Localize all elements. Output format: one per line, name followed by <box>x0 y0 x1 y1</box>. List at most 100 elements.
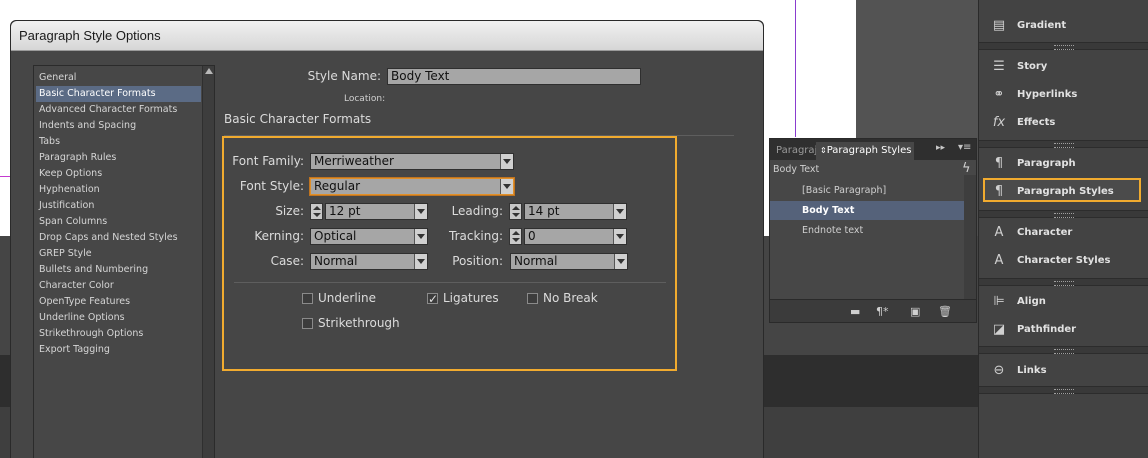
chevron-down-icon[interactable] <box>414 204 427 219</box>
category-span-columns[interactable]: Span Columns <box>36 214 201 230</box>
dock-separator[interactable] <box>979 42 1148 50</box>
size-dropdown[interactable]: 12 pt <box>325 203 428 220</box>
dock-separator[interactable] <box>979 278 1148 286</box>
case-label: Case: <box>270 254 304 268</box>
size-stepper-icon[interactable] <box>310 203 323 220</box>
links-icon: ⊖ <box>993 363 1005 378</box>
category-justification[interactable]: Justification <box>36 198 201 214</box>
paragraph-icon: ¶ <box>994 156 1004 171</box>
category-basic-character-formats[interactable]: Basic Character Formats <box>36 86 201 102</box>
dock-pathfinder[interactable]: ◪ Pathfinder <box>985 318 1143 342</box>
category-export-tagging[interactable]: Export Tagging <box>36 342 201 358</box>
category-underline-options[interactable]: Underline Options <box>36 310 201 326</box>
tab-paragraph-styles-label: Paragraph Styles <box>826 145 912 156</box>
ligatures-label: Ligatures <box>443 291 499 305</box>
leading-dropdown[interactable]: 14 pt <box>524 203 627 220</box>
font-style-dropdown[interactable]: Regular <box>310 178 514 195</box>
panel-scrollbar[interactable] <box>964 175 976 299</box>
category-general[interactable]: General <box>36 70 201 86</box>
hyperlinks-icon: ⚭ <box>993 87 1005 102</box>
collapse-icon[interactable]: ▸▸ <box>936 143 945 153</box>
margin-guide <box>795 0 796 137</box>
folder-icon[interactable]: ▬ <box>850 305 860 318</box>
dock-separator[interactable] <box>979 386 1148 394</box>
chevron-down-icon[interactable] <box>500 179 513 194</box>
dock-effects[interactable]: fx Effects <box>985 111 1143 135</box>
position-dropdown[interactable]: Normal <box>510 253 628 270</box>
position-label: Position: <box>452 254 503 268</box>
dock-separator[interactable] <box>979 140 1148 148</box>
font-family-label: Font Family: <box>232 154 304 168</box>
category-drop-caps[interactable]: Drop Caps and Nested Styles <box>36 230 201 246</box>
tracking-dropdown[interactable]: 0 <box>524 228 627 245</box>
no-break-checkbox[interactable] <box>527 293 538 304</box>
underline-label: Underline <box>318 291 376 305</box>
section-heading: Basic Character Formats <box>224 112 372 126</box>
lightning-icon[interactable]: ϟ <box>962 161 971 176</box>
font-style-value: Regular <box>314 179 361 193</box>
chevron-down-icon[interactable] <box>500 154 513 169</box>
category-indents-and-spacing[interactable]: Indents and Spacing <box>36 118 201 134</box>
case-dropdown[interactable]: Normal <box>310 253 428 270</box>
dock-character-label: Character <box>1017 227 1073 238</box>
tab-paragraph-styles[interactable]: ⇕Paragraph Styles <box>816 142 914 160</box>
style-name-label: Style Name: <box>307 69 381 83</box>
dock-links[interactable]: ⊖ Links <box>985 359 1143 383</box>
dock-character-styles[interactable]: A Character Styles <box>985 249 1143 273</box>
category-list: General Basic Character Formats Advanced… <box>33 65 215 458</box>
dock-align[interactable]: ⊫ Align <box>985 290 1143 314</box>
category-character-color[interactable]: Character Color <box>36 278 201 294</box>
ligatures-checkbox[interactable]: ✓ <box>427 293 438 305</box>
kerning-dropdown[interactable]: Optical <box>310 228 428 245</box>
dock-gradient[interactable]: ▤ Gradient <box>985 14 1143 38</box>
category-scrollbar[interactable] <box>202 66 214 458</box>
scroll-up-icon[interactable] <box>205 68 213 74</box>
font-family-dropdown[interactable]: Merriweather <box>310 153 514 170</box>
kerning-value: Optical <box>314 229 357 243</box>
options-divider <box>234 282 666 283</box>
chevron-down-icon[interactable] <box>414 229 427 244</box>
dock-gradient-label: Gradient <box>1017 20 1067 31</box>
tab-paragraph[interactable]: Paragraj <box>776 142 817 160</box>
clear-overrides-icon[interactable]: ¶* <box>876 305 889 318</box>
story-icon: ☰ <box>993 59 1005 74</box>
dock-separator[interactable] <box>979 346 1148 354</box>
dock-paragraph[interactable]: ¶ Paragraph <box>985 152 1143 176</box>
category-grep-style[interactable]: GREP Style <box>36 246 201 262</box>
leading-stepper-icon[interactable] <box>509 203 522 220</box>
chevron-down-icon[interactable] <box>613 229 626 244</box>
size-label: Size: <box>275 204 304 218</box>
dock-story[interactable]: ☰ Story <box>985 55 1143 79</box>
dock-character[interactable]: A Character <box>985 221 1143 245</box>
dock-effects-label: Effects <box>1017 117 1056 128</box>
category-keep-options[interactable]: Keep Options <box>36 166 201 182</box>
category-paragraph-rules[interactable]: Paragraph Rules <box>36 150 201 166</box>
category-opentype-features[interactable]: OpenType Features <box>36 294 201 310</box>
panel-menu-icon[interactable]: ▾≡ <box>958 142 971 153</box>
style-body-text[interactable]: Body Text <box>770 201 964 220</box>
leading-value: 14 pt <box>528 204 560 218</box>
dock-paragraph-styles[interactable]: ¶ Paragraph Styles <box>983 178 1141 202</box>
underline-checkbox[interactable] <box>302 293 313 304</box>
category-tabs[interactable]: Tabs <box>36 134 201 150</box>
dock-hyperlinks[interactable]: ⚭ Hyperlinks <box>985 83 1143 107</box>
tracking-stepper-icon[interactable] <box>509 228 522 245</box>
strikethrough-checkbox[interactable] <box>302 318 313 329</box>
strikethrough-label: Strikethrough <box>318 316 400 330</box>
style-basic-paragraph[interactable]: [Basic Paragraph] <box>770 181 964 200</box>
leading-label: Leading: <box>451 204 503 218</box>
category-strikethrough-options[interactable]: Strikethrough Options <box>36 326 201 342</box>
category-hyphenation[interactable]: Hyphenation <box>36 182 201 198</box>
style-name-input[interactable]: Body Text <box>387 68 641 85</box>
trash-icon[interactable]: 🗑 <box>938 305 952 318</box>
category-bullets-numbering[interactable]: Bullets and Numbering <box>36 262 201 278</box>
current-style-label: Body Text <box>773 164 820 175</box>
chevron-down-icon[interactable] <box>414 254 427 269</box>
category-advanced-character-formats[interactable]: Advanced Character Formats <box>36 102 201 118</box>
chevron-down-icon[interactable] <box>613 204 626 219</box>
chevron-down-icon[interactable] <box>614 254 627 269</box>
dialog-titlebar[interactable]: Paragraph Style Options <box>11 21 763 51</box>
dock-separator[interactable] <box>979 210 1148 218</box>
new-style-icon[interactable]: ▣ <box>910 305 920 318</box>
style-endnote-text[interactable]: Endnote text <box>770 221 964 240</box>
